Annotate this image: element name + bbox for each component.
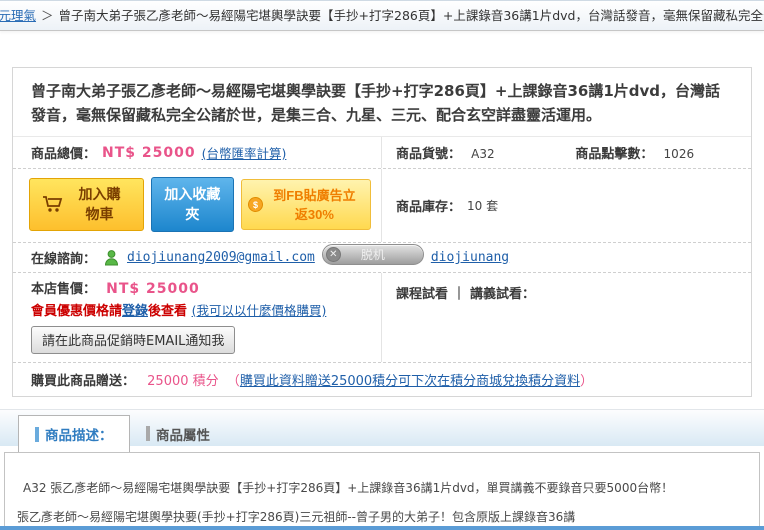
reward-value: 25000 積分 (147, 374, 219, 389)
fb-ad-label: 到FB貼廣告立返30% (273, 188, 356, 222)
total-price-label: 商品總價： (31, 147, 97, 162)
clicks-value: 1026 (663, 147, 695, 161)
row-price-sku: 商品總價： NT$ 25000 (台幣匯率計算) 商品貨號： A32 商品點擊數… (13, 137, 751, 169)
reward-label: 購買此商品贈送： (31, 374, 136, 389)
action-buttons-cell: 加入購物車 加入收藏夾 $ 到FB貼廣告立返30% (13, 169, 382, 242)
product-info-panel: 曾子南大弟子張乙彥老師～易經陽宅堪輿學訣要【手抄+打字286頁】+上課錄音36講… (12, 67, 752, 397)
bottom-highlight-strip (0, 526, 764, 530)
description-line-1: A32 張乙彥老師～易經陽宅堪輿學訣要【手抄+打字286頁】+上課錄音36講1片… (23, 481, 674, 495)
stock-value: 10 套 (467, 199, 499, 213)
consult-label: 在線諮詢： (31, 252, 97, 267)
breadcrumb: 三元理氣 ＞ 曾子南大弟子張乙彥老師～易經陽宅堪輿學訣要【手抄+打字286頁】+上課… (0, 0, 764, 31)
skype-status-text: 脱机 (360, 248, 385, 262)
stock-cell: 商品庫存： 10 套 (382, 169, 751, 242)
login-link[interactable]: 登錄 (122, 304, 148, 319)
shop-price-value: NT$ 25000 (106, 281, 200, 297)
product-info-table: 商品總價： NT$ 25000 (台幣匯率計算) 商品貨號： A32 商品點擊數… (13, 136, 751, 396)
tab-description-label: 商品描述： (45, 428, 113, 444)
reward-paren-close: ） (580, 374, 594, 389)
member-price-text-post: 後查看 (148, 304, 192, 319)
tab-tick-icon (35, 426, 39, 442)
email-notify-button[interactable]: 請在此商品促銷時EMAIL通知我 (31, 326, 236, 354)
row-shopprice-preview: 本店售價： NT$ 25000 會員優惠價格請登錄後查看 (我可以以什麼價格購買… (13, 273, 751, 363)
tab-tick-icon (146, 426, 150, 441)
msn-buddy-icon (103, 249, 120, 266)
description-line-2: 張乙彥老師～易經陽宅堪輿學抉要(手抄+打字286頁)三元祖師--曾子男的大弟子！… (17, 510, 576, 524)
tab-description[interactable]: 商品描述： (18, 415, 130, 452)
coin-icon: $ (247, 196, 263, 212)
row-buttons-stock: 加入購物車 加入收藏夾 $ 到FB貼廣告立返30% 商品庫存： 10 套 (13, 169, 751, 243)
offline-x-icon: ✕ (325, 247, 341, 262)
product-title: 曾子南大弟子張乙彥老師～易經陽宅堪輿學訣要【手抄+打字286頁】+上課錄音36講… (31, 82, 721, 124)
preview-label: 課程試看 ｜ 講義試看： (396, 287, 536, 302)
preview-cell: 課程試看 ｜ 講義試看： (382, 273, 751, 362)
reward-row: 購買此商品贈送： 25000 積分 （購買此資料贈送25000積分可下次在積分商… (13, 363, 751, 396)
what-price-link[interactable]: (我可以以什麼價格購買) (192, 303, 327, 318)
add-to-favorites-button[interactable]: 加入收藏夾 (150, 177, 234, 232)
breadcrumb-category-link[interactable]: 三元理氣 (0, 8, 36, 23)
reward-points-link[interactable]: 購買此資料贈送25000積分可下次在積分商城兌換積分資料 (240, 374, 580, 389)
sku-value: A32 (471, 147, 495, 161)
tab-attributes[interactable]: 商品屬性 (130, 415, 226, 452)
cart-icon (42, 195, 64, 213)
shop-price-label: 本店售價： (31, 282, 97, 297)
sku-label: 商品貨號： (396, 147, 462, 162)
sku-clicks-cell: 商品貨號： A32 商品點擊數： 1026 (382, 137, 751, 168)
total-price-cell: 商品總價： NT$ 25000 (台幣匯率計算) (13, 137, 382, 168)
skype-status-badge[interactable]: ✕ 脱机 (321, 244, 424, 265)
shop-price-cell: 本店售價： NT$ 25000 會員優惠價格請登錄後查看 (我可以以什麼價格購買… (13, 273, 382, 362)
breadcrumb-separator: ＞ (41, 8, 54, 23)
add-to-cart-button[interactable]: 加入購物車 (29, 178, 144, 231)
fb-ad-button[interactable]: $ 到FB貼廣告立返30% (240, 179, 371, 230)
stock-label: 商品庫存： (396, 200, 462, 215)
exchange-rate-link[interactable]: (台幣匯率計算) (202, 143, 287, 162)
online-consult-row: 在線諮詢： diojiunang2009@gmail.com ✕ 脱机 dioj… (13, 243, 751, 273)
product-tabs-bar: 商品描述： 商品屬性 (0, 409, 764, 452)
product-description-panel: A32 張乙彥老師～易經陽宅堪輿學訣要【手抄+打字286頁】+上課錄音36講1片… (4, 452, 760, 530)
consult-email-link[interactable]: diojiunang2009@gmail.com (127, 250, 315, 265)
svg-text:$: $ (253, 200, 258, 210)
total-price-value: NT$ 25000 (102, 144, 196, 161)
tab-attributes-label: 商品屬性 (156, 427, 210, 444)
member-price-text-pre: 會員優惠價格請 (31, 304, 123, 319)
breadcrumb-title: 曾子南大弟子張乙彥老師～易經陽宅堪輿學訣要【手抄+打字286頁】+上課錄音36講… (58, 8, 764, 23)
add-to-cart-label: 加入購物車 (78, 186, 121, 222)
reward-paren-open: （ (226, 374, 240, 389)
skype-name-link[interactable]: diojiunang (431, 250, 509, 265)
clicks-label: 商品點擊數： (575, 147, 654, 162)
